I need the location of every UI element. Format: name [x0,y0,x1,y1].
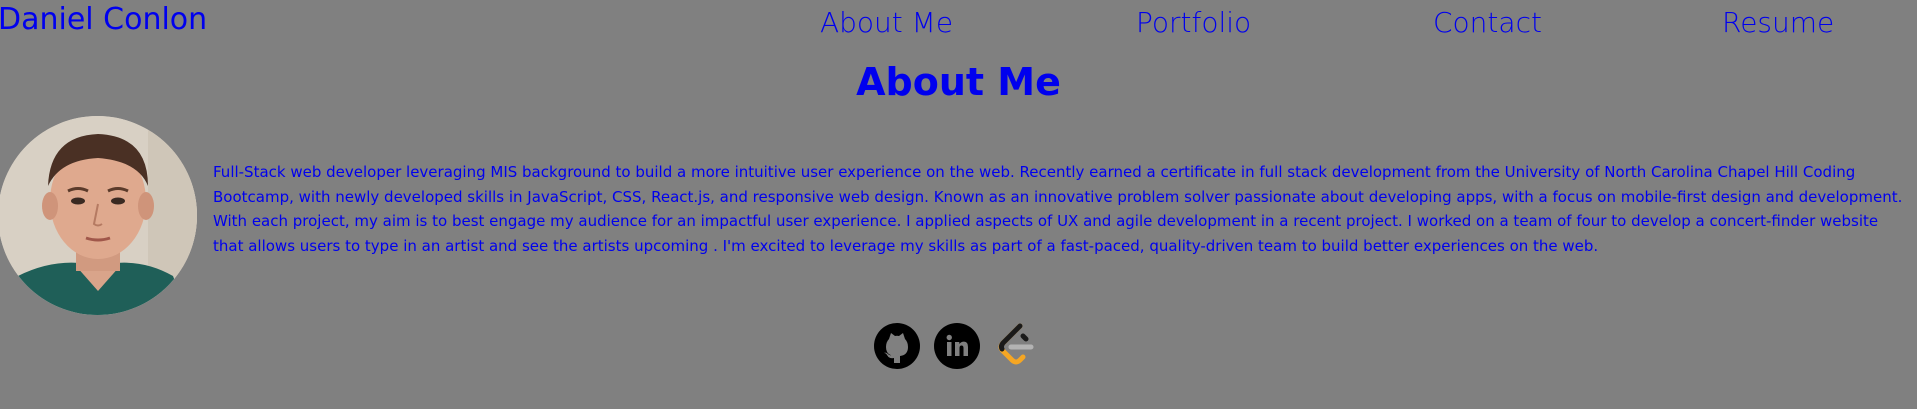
nav-link-about-me[interactable]: About Me [820,6,953,39]
linkedin-icon[interactable] [933,322,981,370]
github-icon[interactable] [873,322,921,370]
page-heading: About Me [856,60,1061,104]
nav-link-contact[interactable]: Contact [1433,6,1542,39]
about-me-bio: Full-Stack web developer leveraging MIS … [213,163,1903,255]
site-title[interactable]: Daniel Conlon [0,2,207,37]
nav-link-resume[interactable]: Resume [1722,6,1834,39]
nav-link-portfolio[interactable]: Portfolio [1136,6,1251,39]
leetcode-icon[interactable] [993,322,1041,370]
profile-photo [0,116,197,315]
